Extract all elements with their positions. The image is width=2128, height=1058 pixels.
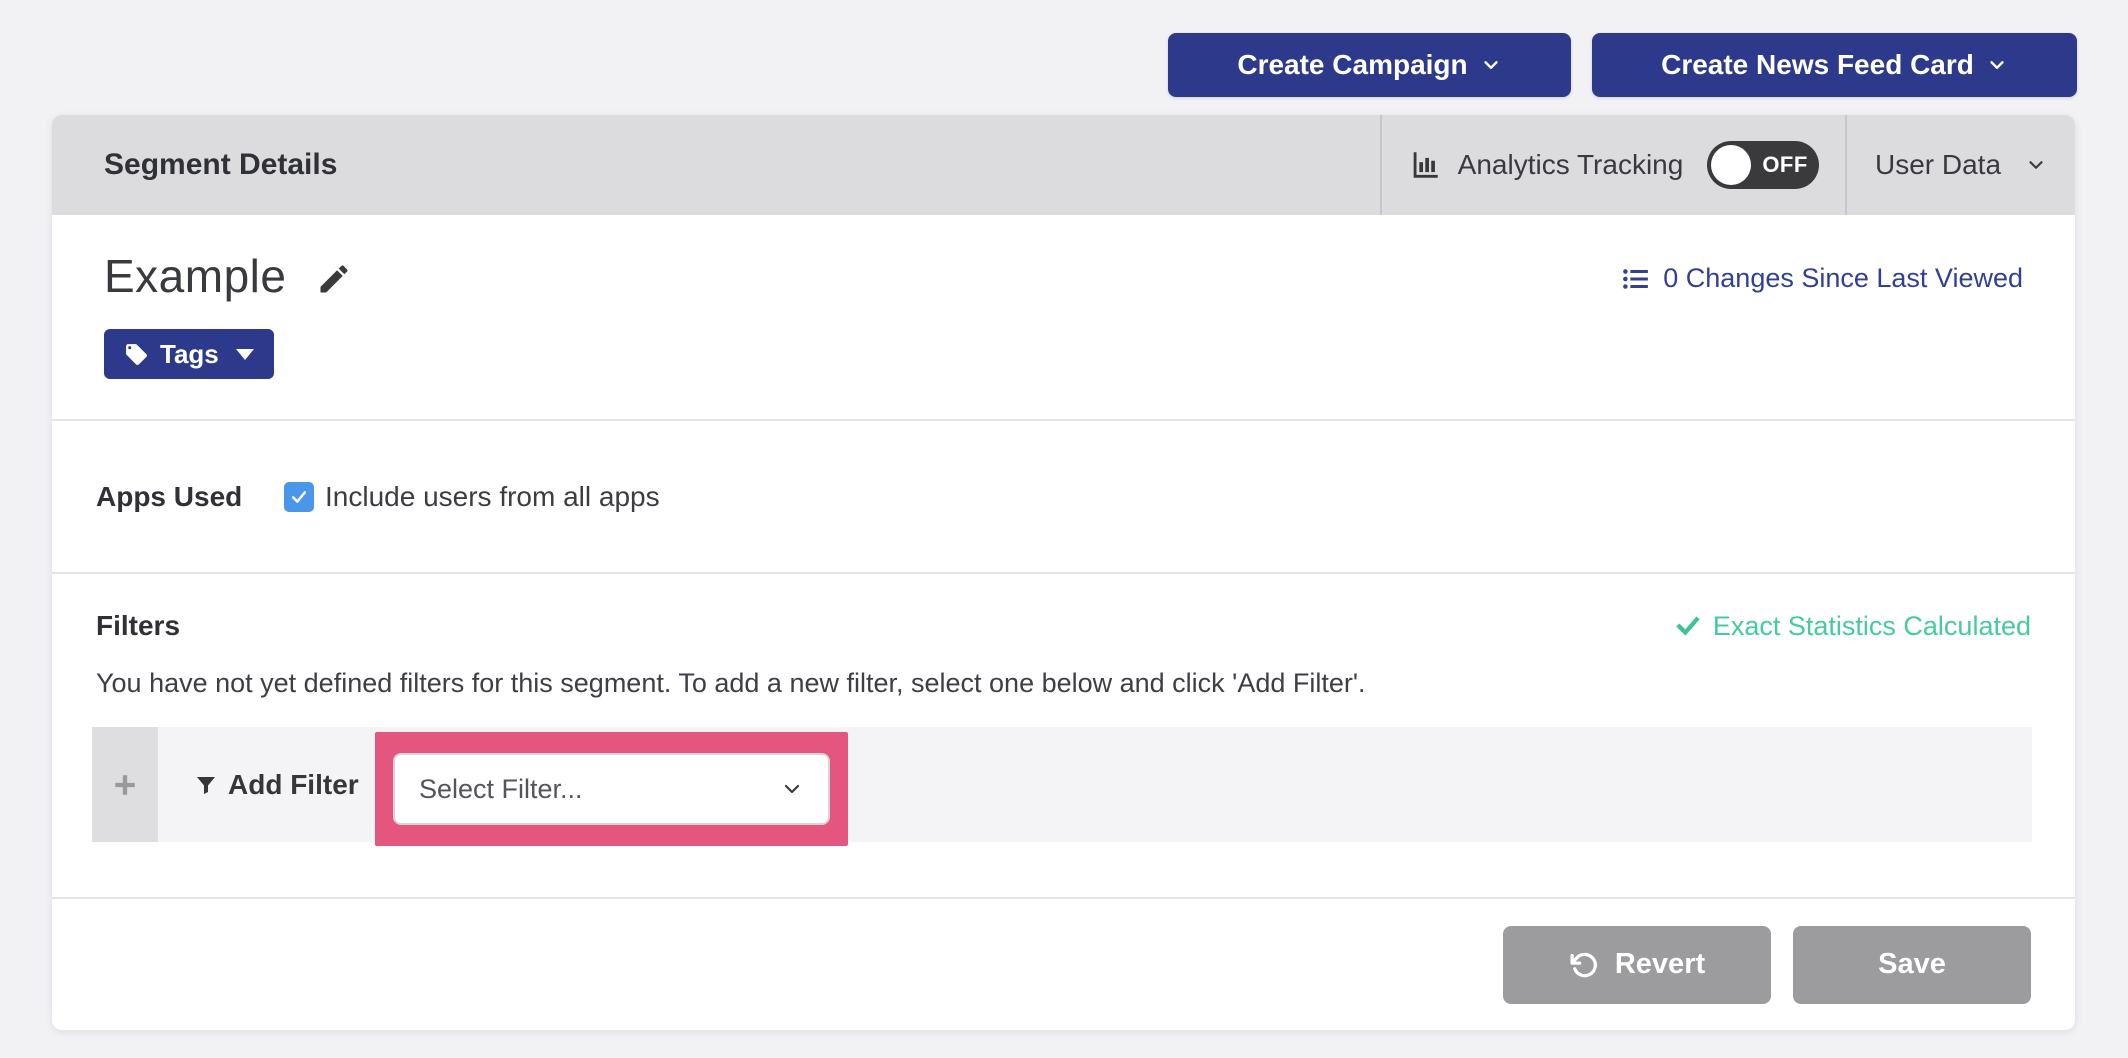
toggle-state-label: OFF — [1762, 152, 1808, 178]
caret-down-icon — [236, 349, 254, 360]
tag-icon — [124, 342, 149, 367]
add-filter-label: Add Filter — [228, 769, 359, 801]
create-news-feed-card-button[interactable]: Create News Feed Card — [1592, 33, 2077, 97]
tags-button-label: Tags — [160, 339, 219, 370]
analytics-tracking-toggle[interactable]: OFF — [1707, 141, 1819, 189]
segment-name: Example — [104, 249, 286, 303]
segment-details-card: Segment Details Analytics Tracking OFF U… — [52, 115, 2075, 1030]
apps-used-section: Apps Used Include users from all apps — [52, 419, 2075, 572]
check-icon — [289, 487, 309, 507]
add-filter-row: Add Filter Select Filter... — [92, 727, 2032, 842]
segment-title-section: Example Tags 0 Changes Since Last View — [52, 215, 2075, 419]
changes-link-label: 0 Changes Since Last Viewed — [1663, 263, 2023, 294]
exact-statistics-label: Exact Statistics Calculated — [1713, 611, 2031, 642]
chevron-down-icon — [1480, 54, 1502, 76]
chevron-down-icon — [2025, 154, 2047, 176]
toggle-knob — [1711, 145, 1751, 185]
analytics-tracking-section: Analytics Tracking OFF — [1380, 115, 1845, 215]
revert-rotate-icon — [1569, 950, 1599, 980]
select-filter-placeholder: Select Filter... — [419, 774, 583, 805]
revert-button-label: Revert — [1615, 948, 1705, 981]
create-news-feed-card-label: Create News Feed Card — [1661, 49, 1974, 81]
card-footer: Revert Save — [52, 897, 2075, 1030]
highlight-annotation-box: Select Filter... — [375, 732, 848, 846]
apps-used-label: Apps Used — [96, 481, 284, 513]
user-data-dropdown[interactable]: User Data — [1845, 115, 2075, 215]
save-button[interactable]: Save — [1793, 926, 2031, 1004]
changes-since-last-viewed-link[interactable]: 0 Changes Since Last Viewed — [1621, 263, 2023, 294]
list-icon — [1621, 264, 1651, 294]
page-title: Segment Details — [52, 115, 1380, 215]
add-filter-label-group: Add Filter — [194, 727, 359, 842]
tags-button[interactable]: Tags — [104, 329, 274, 379]
card-header: Segment Details Analytics Tracking OFF U… — [52, 115, 2075, 215]
filters-title: Filters — [96, 610, 180, 642]
filter-funnel-icon — [194, 773, 218, 797]
include-all-apps-label: Include users from all apps — [325, 481, 660, 513]
analytics-tracking-label: Analytics Tracking — [1458, 149, 1684, 181]
filters-section: Filters Exact Statistics Calculated You … — [52, 572, 2075, 897]
check-icon — [1675, 613, 1701, 639]
exact-statistics-status: Exact Statistics Calculated — [1675, 611, 2031, 642]
include-all-apps-checkbox[interactable] — [284, 482, 314, 512]
edit-pencil-icon[interactable] — [316, 261, 352, 297]
segment-details-page: Create Campaign Create News Feed Card Se… — [0, 0, 2128, 1058]
user-data-label: User Data — [1875, 149, 2001, 181]
chevron-down-icon — [1986, 54, 2008, 76]
save-button-label: Save — [1878, 948, 1946, 981]
revert-button[interactable]: Revert — [1503, 926, 1771, 1004]
plus-icon — [112, 772, 138, 798]
filters-header-row: Filters Exact Statistics Calculated — [96, 610, 2031, 642]
chevron-down-icon — [780, 777, 804, 801]
filters-description: You have not yet defined filters for thi… — [96, 668, 2031, 699]
select-filter-dropdown[interactable]: Select Filter... — [393, 753, 830, 825]
add-filter-plus-button[interactable] — [92, 727, 158, 842]
create-campaign-label: Create Campaign — [1237, 49, 1467, 81]
create-campaign-button[interactable]: Create Campaign — [1168, 33, 1571, 97]
bar-chart-icon — [1408, 148, 1442, 182]
